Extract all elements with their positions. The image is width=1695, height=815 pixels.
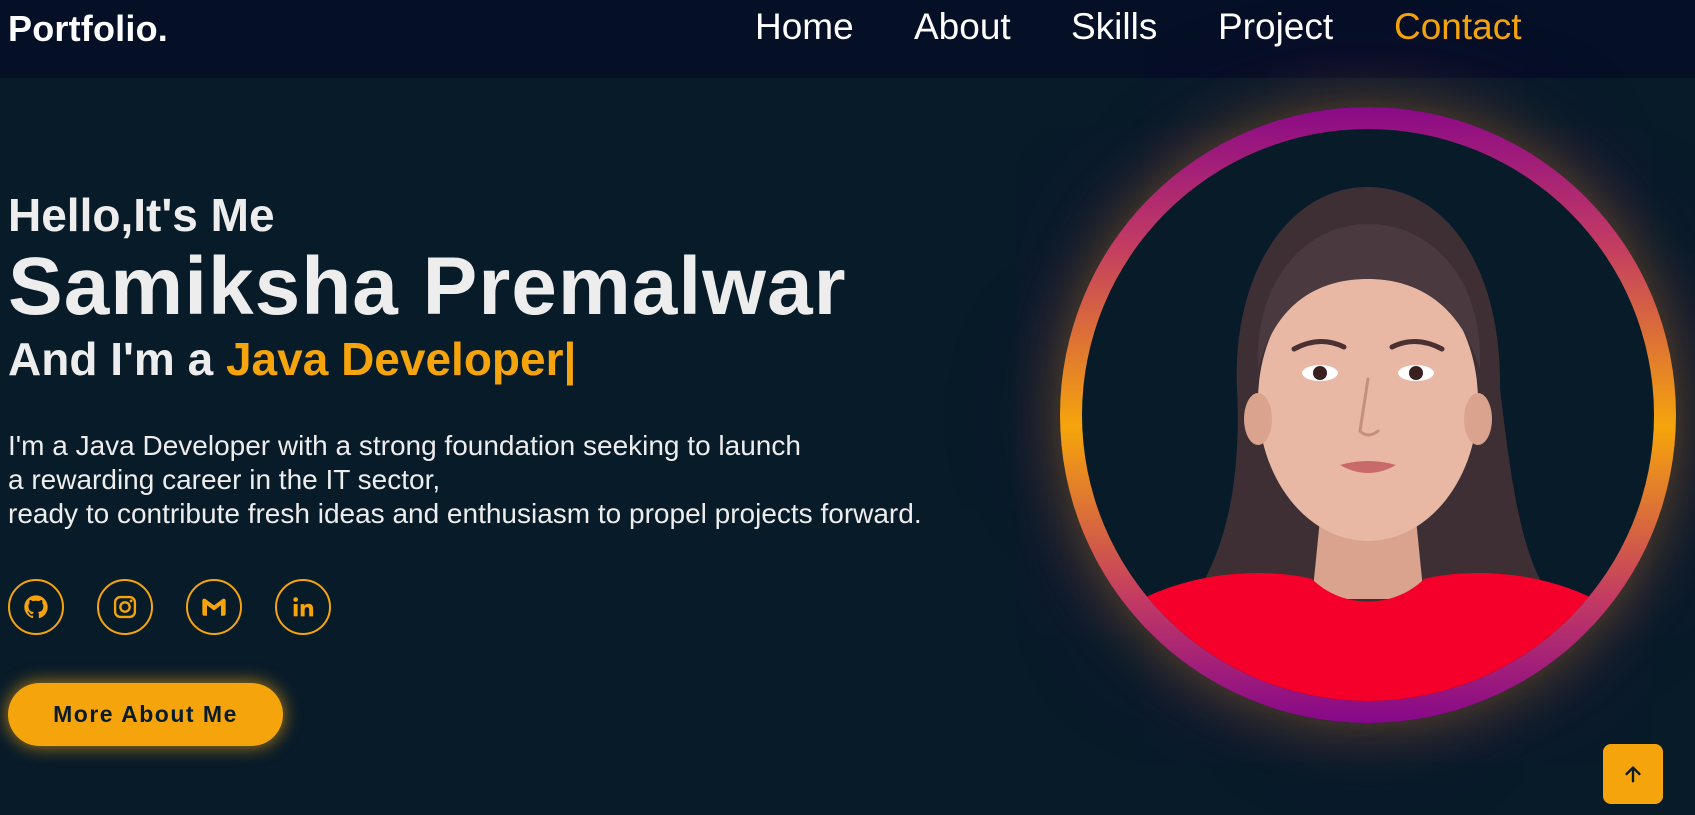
greeting: Hello,It's Me (8, 189, 275, 241)
gmail-icon (202, 598, 226, 616)
description-line: ready to contribute fresh ideas and enth… (8, 498, 922, 529)
nav-about[interactable]: About (914, 6, 1011, 48)
role-line: And I'm a Java Developer| (8, 332, 576, 386)
more-about-me-button[interactable]: More About Me (8, 683, 283, 746)
role-prefix: And I'm a (8, 333, 226, 385)
nav-skills[interactable]: Skills (1071, 6, 1157, 48)
role-highlight: Java Developer| (225, 333, 577, 385)
instagram-link[interactable] (97, 579, 153, 635)
description-line: I'm a Java Developer with a strong found… (8, 430, 801, 461)
navbar: Portfolio. Home About Skills Project Con… (0, 0, 1695, 78)
hero-description: I'm a Java Developer with a strong found… (8, 429, 922, 531)
profile-image-ring (1060, 107, 1676, 723)
nav-project[interactable]: Project (1218, 6, 1333, 48)
instagram-icon (113, 595, 137, 619)
arrow-up-icon (1625, 766, 1641, 783)
linkedin-icon (293, 597, 314, 617)
scroll-top-button[interactable] (1603, 744, 1663, 804)
description-line: a rewarding career in the IT sector, (8, 464, 441, 495)
nav-contact[interactable]: Contact (1394, 6, 1522, 48)
github-link[interactable] (8, 579, 64, 635)
profile-photo (1082, 129, 1654, 701)
gmail-link[interactable] (186, 579, 242, 635)
linkedin-link[interactable] (275, 579, 331, 635)
hero-name: Samiksha Premalwar (8, 241, 847, 332)
logo[interactable]: Portfolio. (8, 8, 168, 50)
profile-portrait-illustration (1102, 187, 1634, 701)
github-icon (24, 595, 48, 619)
nav-home[interactable]: Home (755, 6, 854, 48)
